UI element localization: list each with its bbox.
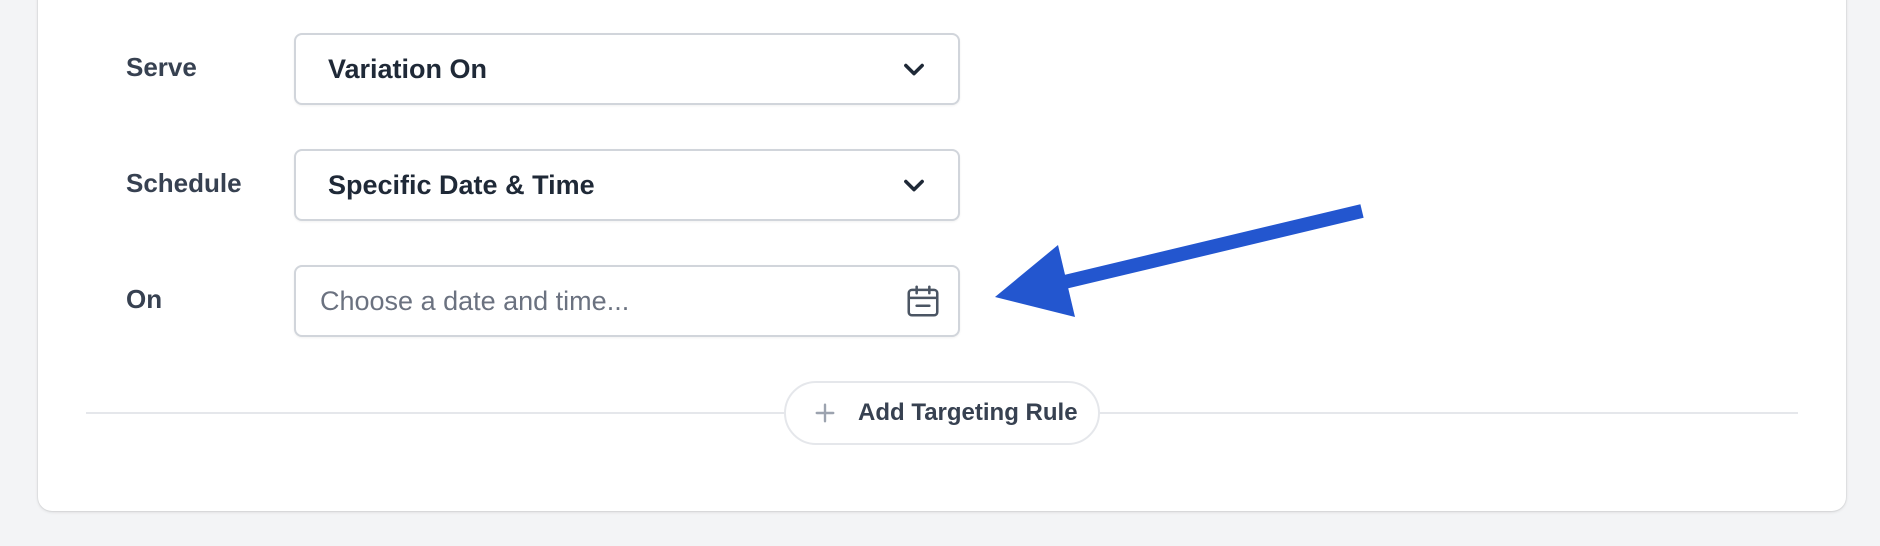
serve-label: Serve [126,52,197,82]
date-time-input[interactable] [320,285,904,317]
add-targeting-rule-label: Add Targeting Rule [858,399,1078,426]
chevron-down-icon [904,179,924,192]
chevron-down-icon [904,63,924,76]
calendar-icon[interactable] [904,282,942,320]
serve-select-value: Variation On [328,53,488,84]
arrow-pointer-icon [995,204,1364,317]
add-targeting-rule-button[interactable]: Add Targeting Rule [784,381,1100,445]
on-label: On [126,284,163,314]
schedule-select-value: Specific Date & Time [328,169,595,200]
serve-select[interactable]: Variation On [294,33,960,105]
schedule-select[interactable]: Specific Date & Time [294,149,960,221]
schedule-label: Schedule [126,168,242,198]
plus-icon [815,403,835,423]
date-time-picker[interactable] [294,265,960,337]
